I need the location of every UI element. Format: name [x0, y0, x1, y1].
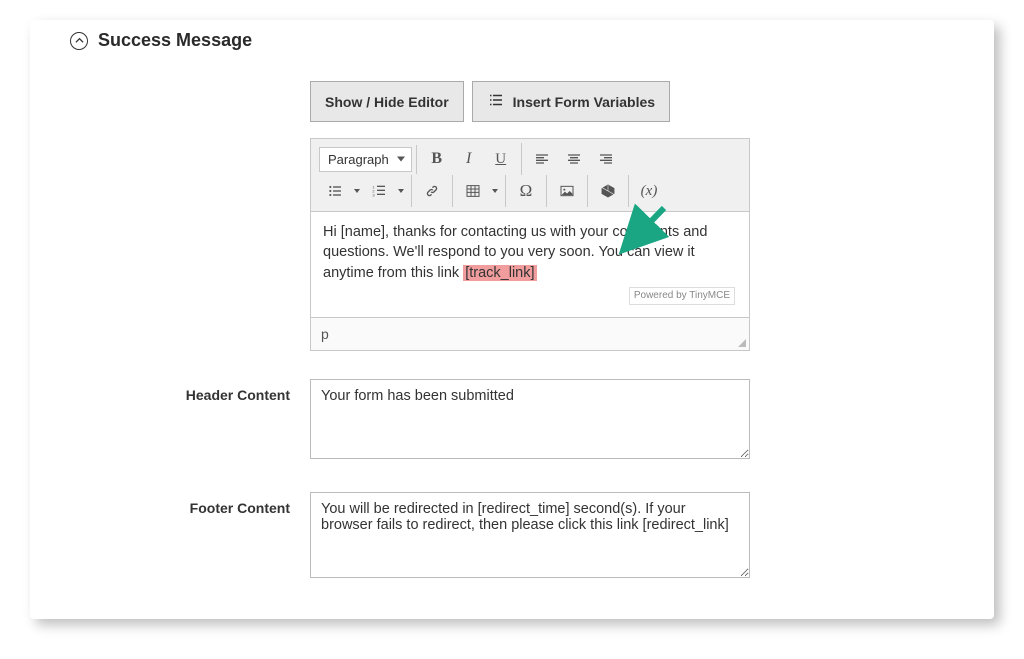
insert-variables-label: Insert Form Variables — [513, 94, 655, 110]
table-caret[interactable] — [489, 177, 501, 205]
insert-variables-button[interactable]: Insert Form Variables — [472, 81, 670, 122]
highlighted-token: [track_link] — [463, 265, 536, 281]
variable-button[interactable]: (x) — [633, 177, 665, 205]
powered-by-label: Powered by TinyMCE — [629, 287, 735, 305]
editor-statusbar: p — [311, 317, 749, 350]
header-content-label: Header Content — [70, 379, 310, 403]
footer-content-label: Footer Content — [70, 492, 310, 516]
section-header[interactable]: Success Message — [70, 30, 954, 51]
bullet-list-button[interactable] — [319, 177, 351, 205]
italic-button[interactable]: I — [453, 145, 485, 173]
editor-text: Hi [name], thanks for contacting us with… — [323, 224, 707, 281]
svg-text:3: 3 — [372, 192, 375, 197]
bullet-list-caret[interactable] — [351, 177, 363, 205]
underline-button[interactable]: U — [485, 145, 517, 173]
footer-content-input[interactable]: You will be redirected in [redirect_time… — [310, 492, 750, 578]
resize-grip[interactable] — [735, 336, 747, 348]
toggle-editor-button[interactable]: Show / Hide Editor — [310, 81, 464, 122]
toggle-editor-label: Show / Hide Editor — [325, 94, 449, 110]
image-button[interactable] — [551, 177, 583, 205]
format-select-label: Paragraph — [328, 152, 389, 167]
table-button[interactable] — [457, 177, 489, 205]
element-path[interactable]: p — [321, 326, 329, 342]
header-content-input[interactable]: Your form has been submitted — [310, 379, 750, 459]
editor-toolbar: Paragraph B I U — [311, 139, 749, 212]
number-list-button[interactable]: 123 — [363, 177, 395, 205]
section-title: Success Message — [98, 30, 252, 51]
align-center-button[interactable] — [558, 145, 590, 173]
widget-button[interactable] — [592, 177, 624, 205]
link-button[interactable] — [416, 177, 448, 205]
chevron-up-icon — [70, 32, 88, 50]
bold-button[interactable]: B — [421, 145, 453, 173]
align-right-button[interactable] — [590, 145, 622, 173]
number-list-caret[interactable] — [395, 177, 407, 205]
rich-text-editor: Paragraph B I U — [310, 138, 750, 351]
format-select[interactable]: Paragraph — [319, 147, 412, 172]
special-char-button[interactable]: Ω — [510, 177, 542, 205]
list-icon — [487, 91, 505, 112]
editor-body[interactable]: Hi [name], thanks for contacting us with… — [311, 212, 749, 317]
align-left-button[interactable] — [526, 145, 558, 173]
